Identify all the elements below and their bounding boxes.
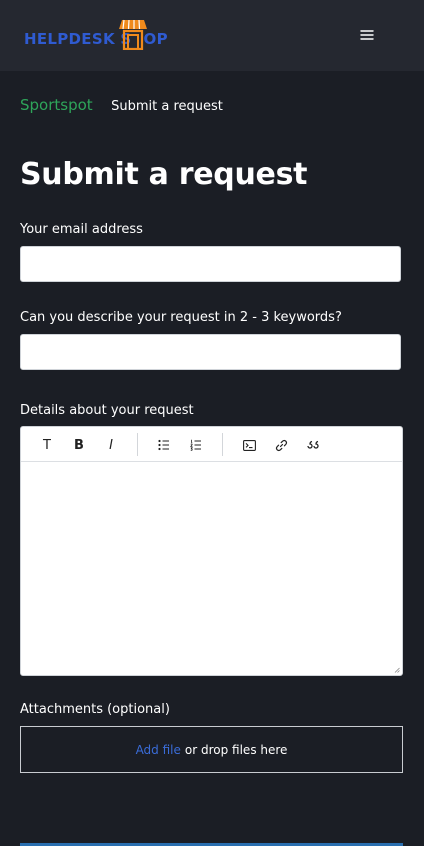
link-icon (275, 439, 287, 451)
breadcrumb-current: Submit a request (111, 99, 223, 114)
bulleted-list-button[interactable] (153, 434, 175, 456)
breadcrumb-sportspot-link[interactable]: Sportspot (20, 96, 93, 114)
italic-button[interactable]: I (100, 434, 122, 456)
page-title: Submit a request (20, 157, 308, 192)
code-block-button[interactable] (238, 434, 260, 456)
bold-icon: B (74, 437, 84, 453)
details-textarea[interactable] (21, 462, 402, 675)
bulleted-list-icon (158, 439, 169, 451)
shop-house-icon (119, 19, 147, 50)
breadcrumb: Sportspot Submit a request (20, 96, 223, 114)
italic-icon: I (109, 437, 113, 453)
text-format-button[interactable]: T (36, 434, 58, 456)
editor-toolbar: T B I (21, 427, 402, 462)
details-label: Details about your request (20, 403, 194, 418)
keywords-label: Can you describe your request in 2 - 3 k… (20, 310, 342, 325)
toolbar-divider (137, 433, 138, 456)
keywords-field[interactable] (20, 334, 401, 370)
helpdesk-shop-logo[interactable]: HELPDESK S OP (24, 18, 174, 52)
attachments-label: Attachments (optional) (20, 702, 170, 717)
text-format-icon: T (43, 437, 51, 453)
code-block-icon (242, 439, 256, 451)
drop-files-text: or drop files here (184, 742, 288, 757)
email-field[interactable] (20, 246, 401, 282)
numbered-list-button[interactable] (185, 434, 207, 456)
link-button[interactable] (270, 434, 292, 456)
quote-button[interactable] (302, 434, 324, 456)
bold-button[interactable]: B (68, 434, 90, 456)
toolbar-divider (222, 433, 223, 456)
resize-handle-icon[interactable] (394, 667, 400, 673)
attachments-dropzone[interactable]: Add file or drop files here (20, 726, 403, 773)
quote-icon (307, 440, 319, 449)
details-editor: T B I (20, 426, 403, 676)
add-file-link[interactable]: Add file (136, 743, 181, 757)
hamburger-icon (360, 30, 374, 40)
site-header: HELPDESK S OP (0, 0, 424, 71)
email-label: Your email address (20, 222, 143, 237)
numbered-list-icon (190, 439, 201, 451)
menu-button[interactable] (356, 25, 378, 45)
